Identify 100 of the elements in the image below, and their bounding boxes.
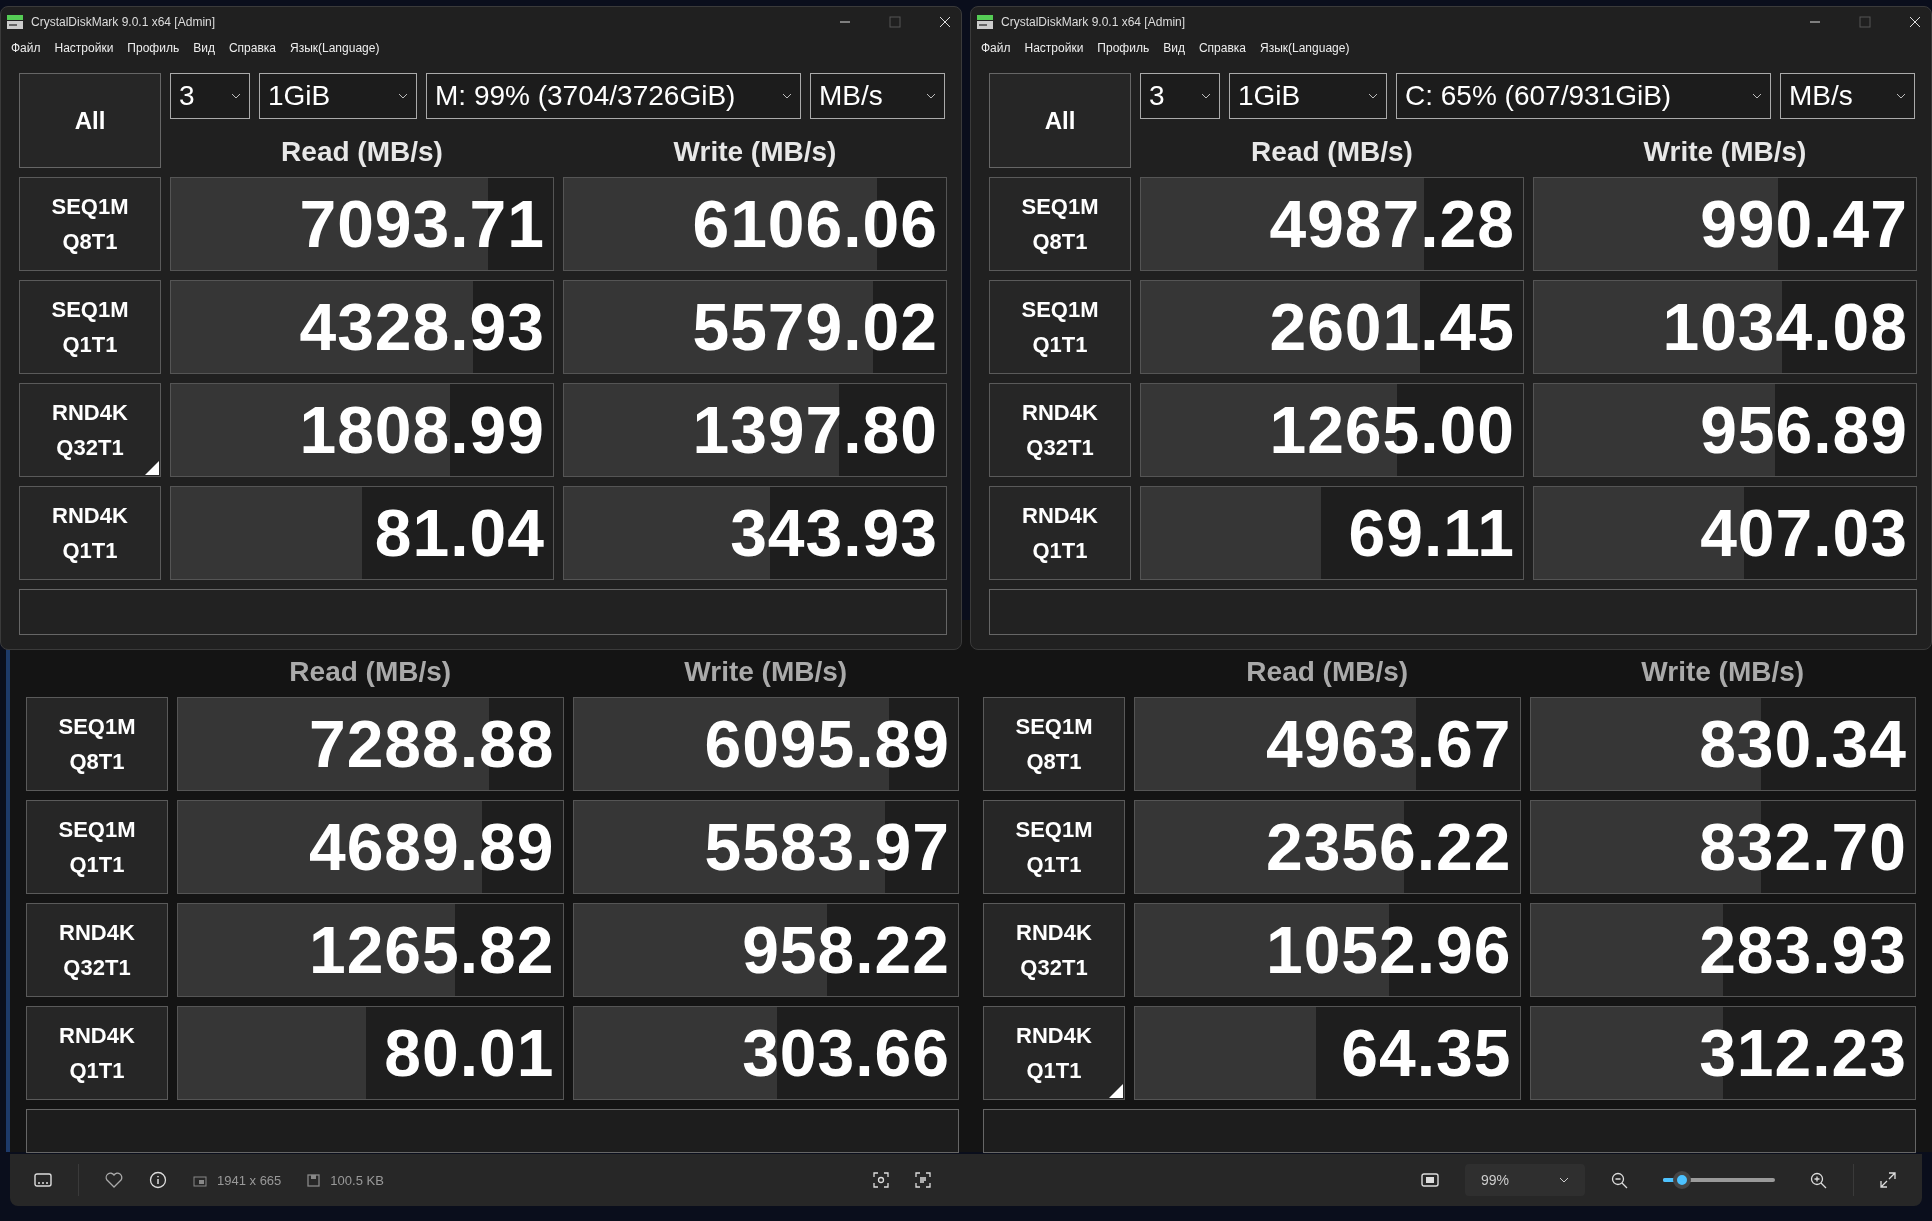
caret-icon [398,93,408,99]
caret-icon [1368,93,1378,99]
dropdown[interactable]: MB/s [810,73,945,119]
result-value: 6106.06 [692,186,939,262]
info-icon[interactable] [149,1171,167,1189]
caret-icon [782,93,792,99]
zoom-out-icon[interactable] [1611,1171,1628,1189]
zoom-dropdown[interactable]: 99% [1465,1164,1585,1196]
comment-field[interactable] [989,589,1917,635]
test-button[interactable]: RND4K Q1T1 [26,1006,168,1100]
menu-item[interactable]: Вид [1163,41,1185,55]
test-button[interactable]: RND4K Q1T1 [989,486,1131,580]
dropdown[interactable]: MB/s [1780,73,1915,119]
result-value: 303.66 [742,1015,951,1091]
test-button[interactable]: SEQ1M Q8T1 [19,177,161,271]
disk-drive-icon [7,15,23,29]
result-value: 80.01 [384,1015,556,1091]
fit-screen-icon[interactable] [1421,1173,1439,1187]
test-button[interactable]: SEQ1M Q1T1 [983,800,1125,894]
comment-field[interactable] [26,1109,959,1153]
result-value: 5583.97 [704,809,951,885]
test-button[interactable]: RND4K Q1T1 [983,1006,1125,1100]
dropdown[interactable]: 1GiB [1229,73,1387,119]
test-button[interactable]: SEQ1M Q1T1 [19,280,161,374]
text-scan-icon[interactable] [915,1172,932,1188]
result-value: 2356.22 [1265,809,1513,885]
comment-field[interactable] [983,1109,1916,1153]
test-button[interactable]: RND4K Q32T1 [26,903,168,997]
result-value: 7288.88 [308,706,556,782]
window-title: CrystalDiskMark 9.0.1 x64 [Admin] [31,15,216,29]
comment-field[interactable] [19,589,947,635]
result-value: 6095.89 [704,706,951,782]
test-button[interactable]: SEQ1M Q8T1 [989,177,1131,271]
test-button[interactable]: SEQ1M Q1T1 [26,800,168,894]
column-header: Write (MB/s) [683,656,849,688]
all-button[interactable]: All [989,73,1131,168]
test-button[interactable]: SEQ1M Q1T1 [989,280,1131,374]
result-value: 4328.93 [299,289,546,365]
zoom-in-icon[interactable] [1810,1171,1827,1189]
result-value: 1052.96 [1265,912,1513,988]
column-header: Read (MB/s) [280,136,444,168]
result-value: 4689.89 [308,809,556,885]
file-size: 100.5 KB [330,1172,384,1188]
menu-item[interactable]: Вид [193,41,215,55]
result-value: 956.89 [1700,392,1909,468]
result-value: 4987.28 [1269,186,1516,262]
column-header: Write (MB/s) [1640,656,1806,688]
column-header: Write (MB/s) [672,136,838,168]
close-icon[interactable] [939,16,951,28]
menu-item[interactable]: Настройки [54,41,114,55]
caret-icon [1752,93,1762,99]
heart-icon[interactable] [105,1172,123,1188]
image-dimensions: 1941 x 665 [217,1172,282,1188]
result-value: 1265.00 [1269,392,1516,468]
dropdown[interactable]: 3 [170,73,250,119]
result-value: 5579.02 [692,289,939,365]
fullscreen-icon[interactable] [1880,1172,1896,1188]
result-value: 312.23 [1699,1015,1908,1091]
visual-search-icon[interactable] [873,1172,890,1188]
column-header: Read (MB/s) [1250,136,1414,168]
menu-item[interactable]: Настройки [1024,41,1084,55]
menu-item[interactable]: Справка [1198,41,1246,55]
all-button[interactable]: All [19,73,161,168]
test-button[interactable]: SEQ1M Q8T1 [983,697,1125,791]
menu-item[interactable]: Язык(Language) [289,41,380,55]
result-value: 64.35 [1341,1015,1513,1091]
result-value: 7093.71 [299,186,546,262]
menu-item[interactable]: Язык(Language) [1259,41,1350,55]
result-value: 990.47 [1700,186,1909,262]
dropdown[interactable]: C: 65% (607/931GiB) [1396,73,1771,119]
test-button[interactable]: RND4K Q32T1 [983,903,1125,997]
dropdown[interactable]: 3 [1140,73,1220,119]
menu-item[interactable]: Профиль [1097,41,1150,55]
save-icon [307,1173,321,1187]
chevron-icon [1559,1177,1569,1183]
test-button[interactable]: RND4K Q32T1 [989,383,1131,477]
column-header: Read (MB/s) [288,656,453,688]
result-value: 4963.67 [1265,706,1513,782]
result-value: 1397.80 [692,392,939,468]
caret-icon [1896,93,1906,99]
menu-item[interactable]: Файл [981,41,1011,55]
column-header: Write (MB/s) [1642,136,1808,168]
result-value: 81.04 [374,495,546,571]
result-value: 1034.08 [1662,289,1909,365]
close-icon[interactable] [1909,16,1921,28]
column-header: Read (MB/s) [1245,656,1410,688]
menu-item[interactable]: Справка [228,41,276,55]
result-value: 958.22 [742,912,951,988]
dropdown[interactable]: 1GiB [259,73,417,119]
result-value: 407.03 [1700,495,1909,571]
test-button[interactable]: SEQ1M Q8T1 [26,697,168,791]
test-button[interactable]: RND4K Q32T1 [19,383,161,477]
test-button[interactable]: RND4K Q1T1 [19,486,161,580]
menu-item[interactable]: Файл [11,41,41,55]
dropdown[interactable]: M: 99% (3704/3726GiB) [426,73,801,119]
filmstrip-icon[interactable] [34,1173,52,1187]
result-value: 2601.45 [1269,289,1516,365]
slider-thumb[interactable] [1673,1171,1692,1189]
result-value: 1265.82 [308,912,556,988]
menu-item[interactable]: Профиль [127,41,180,55]
